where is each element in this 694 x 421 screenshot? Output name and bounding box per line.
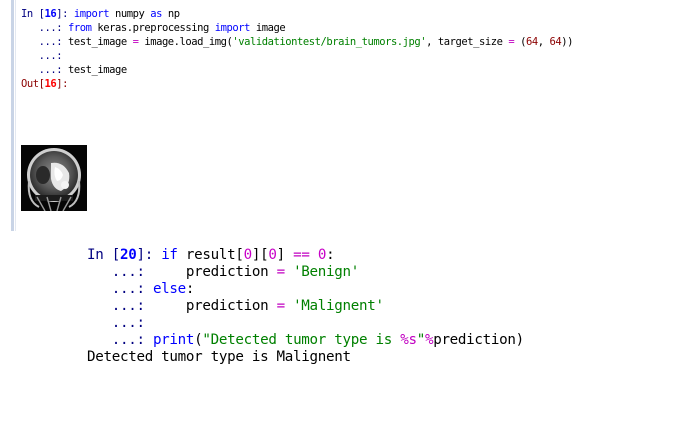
output-prompt: Out[16]: <box>21 78 68 90</box>
notebook-cell-16: In [16]: import numpy as np ...: from ke… <box>0 0 694 233</box>
code-line-4[interactable]: ...: prediction = 'Malignent' <box>87 298 384 315</box>
cell-output-text: Detected tumor type is Malignent <box>87 349 351 365</box>
code-line-1[interactable]: In [16]: import numpy as np <box>21 7 180 21</box>
code-line-1[interactable]: In [20]: if result[0][0] == 0: <box>87 247 335 264</box>
code-line-6[interactable]: ...: print("Detected tumor type is %s"%p… <box>87 332 524 349</box>
code-line-3[interactable]: ...: test_image = image.load_img('valida… <box>21 35 574 49</box>
input-prompt: In [16]: <box>21 8 74 20</box>
input-prompt: In [20]: <box>87 247 162 263</box>
gutter-divider <box>15 0 16 231</box>
code-line-3[interactable]: ...: else: <box>87 281 195 298</box>
code-line-5[interactable]: ...: test_image <box>21 63 128 77</box>
scroll-gutter <box>11 0 14 231</box>
notebook-cell-20: In [20]: if result[0][0] == 0: ...: pred… <box>0 238 694 421</box>
brain-mri-image <box>21 145 87 211</box>
code-line-2[interactable]: ...: prediction = 'Benign' <box>87 264 360 281</box>
code-line-5[interactable]: ...: <box>87 315 153 332</box>
code-line-2[interactable]: ...: from keras.preprocessing import ima… <box>21 21 286 35</box>
code-line-4[interactable]: ...: <box>21 49 68 63</box>
